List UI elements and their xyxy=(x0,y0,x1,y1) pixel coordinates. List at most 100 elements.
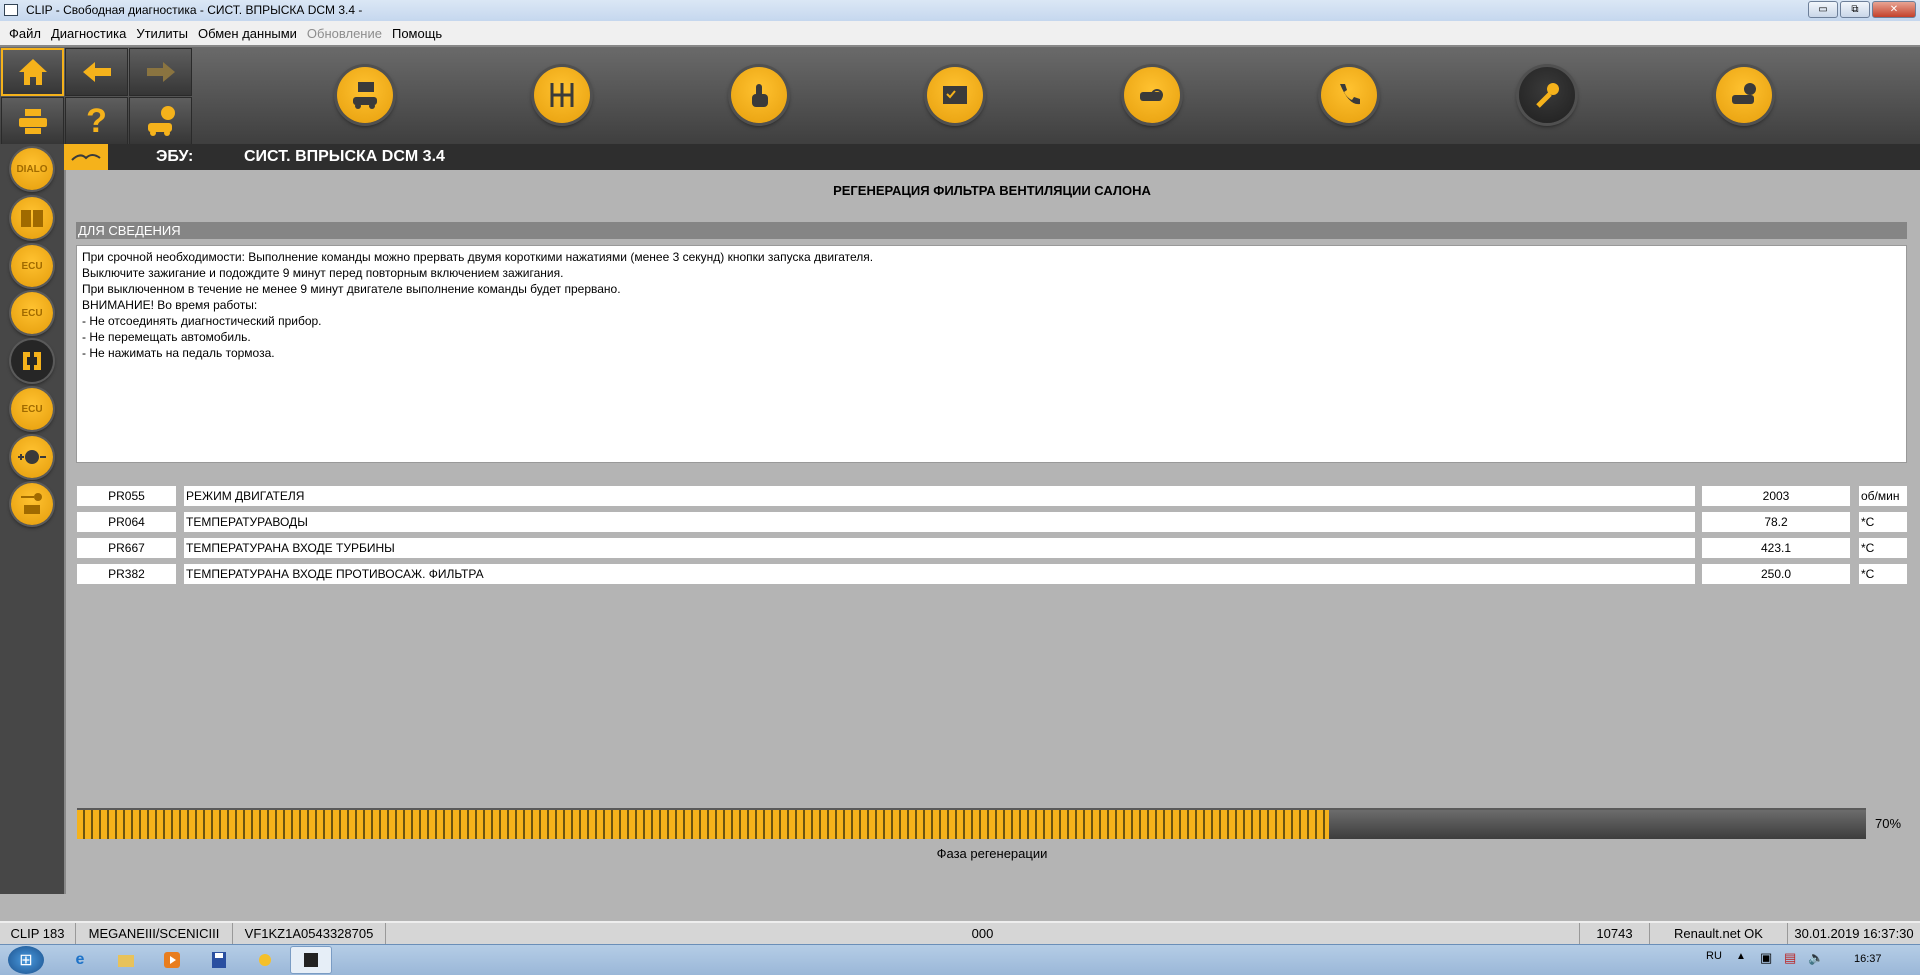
arrow-right-icon xyxy=(146,62,175,82)
sidebar-bracket[interactable] xyxy=(11,340,53,382)
status-network: Renault.net OK xyxy=(1650,923,1788,944)
sidebar-ecu-document[interactable]: ECU xyxy=(11,388,53,430)
param-code: PR382 xyxy=(77,564,176,584)
sidebar-ecu-checklist[interactable]: ECU xyxy=(11,292,53,334)
status-number: 10743 xyxy=(1580,923,1650,944)
param-name: ТЕМПЕРАТУРАНА ВХОДЕ ПРОТИВОСАЖ. ФИЛЬТРА xyxy=(184,564,1695,584)
phone-icon xyxy=(1340,84,1360,105)
menu-file[interactable]: Файл xyxy=(4,26,46,41)
info-header: ДЛЯ СВЕДЕНИЯ xyxy=(76,222,1907,239)
sidebar-key-engine[interactable] xyxy=(11,483,53,525)
app-icon xyxy=(4,4,18,16)
param-value: 250.0 xyxy=(1702,564,1850,584)
ecu-name: СИСТ. ВПРЫСКА DCM 3.4 xyxy=(244,148,445,165)
help-button[interactable]: ? xyxy=(65,97,128,145)
menu-utilities[interactable]: Утилиты xyxy=(131,26,193,41)
arrow-left-icon xyxy=(82,62,111,82)
ie-icon[interactable]: e xyxy=(68,949,92,971)
power-icon[interactable]: ▤ xyxy=(1784,950,1796,966)
taskbar: ⊞ e RU ▲ ▣ ▤ 🔈 16:37 xyxy=(0,944,1920,975)
vehicle-info-button[interactable] xyxy=(129,97,192,145)
start-button[interactable]: ⊞ xyxy=(8,946,44,974)
language-indicator[interactable]: RU xyxy=(1706,950,1722,962)
param-unit: *C xyxy=(1859,538,1907,558)
minimize-button[interactable]: ▭ xyxy=(1808,1,1838,18)
param-code: PR055 xyxy=(77,486,176,506)
ecu-document-icon: ECU xyxy=(21,403,43,415)
maximize-button[interactable]: ⧉ xyxy=(1840,1,1870,18)
param-code: PR064 xyxy=(77,512,176,532)
menu-data-exchange[interactable]: Обмен данными xyxy=(193,26,302,41)
status-code: 000 xyxy=(386,923,1580,944)
vehicle-info-icon xyxy=(147,106,175,136)
tray-expand-icon[interactable]: ▲ xyxy=(1736,951,1746,962)
procedure-title: РЕГЕНЕРАЦИЯ ФИЛЬТРА ВЕНТИЛЯЦИИ САЛОНА xyxy=(833,183,1151,198)
sidebar-manual[interactable] xyxy=(11,197,53,239)
sidebar-dialo[interactable]: DIALO xyxy=(11,148,53,190)
app-window-icon[interactable] xyxy=(290,946,332,974)
explorer-icon[interactable] xyxy=(114,949,138,971)
info-line: - Не нажимать на педаль тормоза. xyxy=(82,346,275,360)
bracket-icon xyxy=(23,352,41,370)
vehicle-search-button[interactable] xyxy=(1124,67,1180,123)
wrench-button[interactable] xyxy=(1519,67,1575,123)
vehicle-message-icon xyxy=(353,82,377,109)
key-engine-icon xyxy=(21,493,42,514)
info-line: - Не перемещать автомобиль. xyxy=(82,330,251,344)
param-code: PR667 xyxy=(77,538,176,558)
ecu-checklist-icon: ECU xyxy=(21,307,43,319)
menu-help[interactable]: Помощь xyxy=(387,26,447,41)
network-icon[interactable]: ▣ xyxy=(1760,950,1772,966)
gearbox-button[interactable] xyxy=(534,67,590,123)
help-icon: ? xyxy=(86,101,107,140)
clock[interactable]: 16:37 xyxy=(1854,953,1882,965)
touch-button[interactable] xyxy=(731,67,787,123)
param-name: ТЕМПЕРАТУРАНА ВХОДЕ ТУРБИНЫ xyxy=(184,538,1695,558)
media-player-icon[interactable] xyxy=(160,949,184,971)
status-clip: CLIP 183 xyxy=(0,923,76,944)
param-unit: *C xyxy=(1859,512,1907,532)
volume-icon[interactable]: 🔈 xyxy=(1808,950,1824,966)
info-line: Выключите зажигание и подождите 9 минут … xyxy=(82,266,564,280)
forward-button[interactable] xyxy=(129,48,192,96)
vehicle-check-button[interactable] xyxy=(1716,67,1772,123)
sidebar-plus-minus[interactable] xyxy=(11,436,53,478)
info-line: При срочной необходимости: Выполнение ко… xyxy=(82,250,874,264)
dialo-icon: DIALO xyxy=(16,163,48,175)
renault-logo-icon xyxy=(64,144,108,170)
close-button[interactable]: ✕ xyxy=(1872,1,1916,18)
status-vin: VF1KZ1A0543328705 xyxy=(233,923,386,944)
menu-diagnostics[interactable]: Диагностика xyxy=(46,26,131,41)
status-vehicle: MEGANEIII/SCENICIII xyxy=(76,923,233,944)
status-bar: CLIP 183 MEGANEIII/SCENICIII VF1KZ1A0543… xyxy=(0,921,1920,944)
vehicle-search-icon xyxy=(1140,89,1163,101)
home-button[interactable] xyxy=(1,48,64,96)
back-button[interactable] xyxy=(65,48,128,96)
menu-update: Обновление xyxy=(306,25,382,41)
save-icon[interactable] xyxy=(207,949,231,971)
progress-fill xyxy=(77,810,1330,839)
param-name: ТЕМПЕРАТУРАВОДЫ xyxy=(184,512,1695,532)
progress-bar xyxy=(77,808,1866,839)
info-line: При выключенном в течение не менее 9 мин… xyxy=(82,282,621,296)
vehicle-check-icon xyxy=(1732,83,1756,104)
title-bar: CLIP - Свободная диагностика - СИСТ. ВПР… xyxy=(0,0,1920,21)
param-value: 78.2 xyxy=(1702,512,1850,532)
sidebar-ecu-binary[interactable]: ECU xyxy=(11,245,53,287)
param-unit: об/мин xyxy=(1859,486,1907,506)
checklist-button[interactable] xyxy=(927,67,983,123)
checklist-icon xyxy=(943,86,967,104)
sidebar: DIALO ECU ECU ECU xyxy=(0,144,64,894)
info-text-box: При срочной необходимости: Выполнение ко… xyxy=(76,245,1907,463)
param-name: РЕЖИМ ДВИГАТЕЛЯ xyxy=(184,486,1695,506)
info-line: ВНИМАНИЕ! Во время работы: xyxy=(82,298,258,312)
window-title: CLIP - Свободная диагностика - СИСТ. ВПР… xyxy=(26,3,363,17)
plus-minus-icon xyxy=(18,450,46,464)
clip-icon[interactable] xyxy=(253,949,277,971)
vehicle-message-button[interactable] xyxy=(337,67,393,123)
gearbox-icon xyxy=(550,83,574,107)
manual-book-icon xyxy=(21,210,43,227)
phone-button[interactable] xyxy=(1321,67,1377,123)
param-value: 423.1 xyxy=(1702,538,1850,558)
print-button[interactable] xyxy=(1,97,64,145)
